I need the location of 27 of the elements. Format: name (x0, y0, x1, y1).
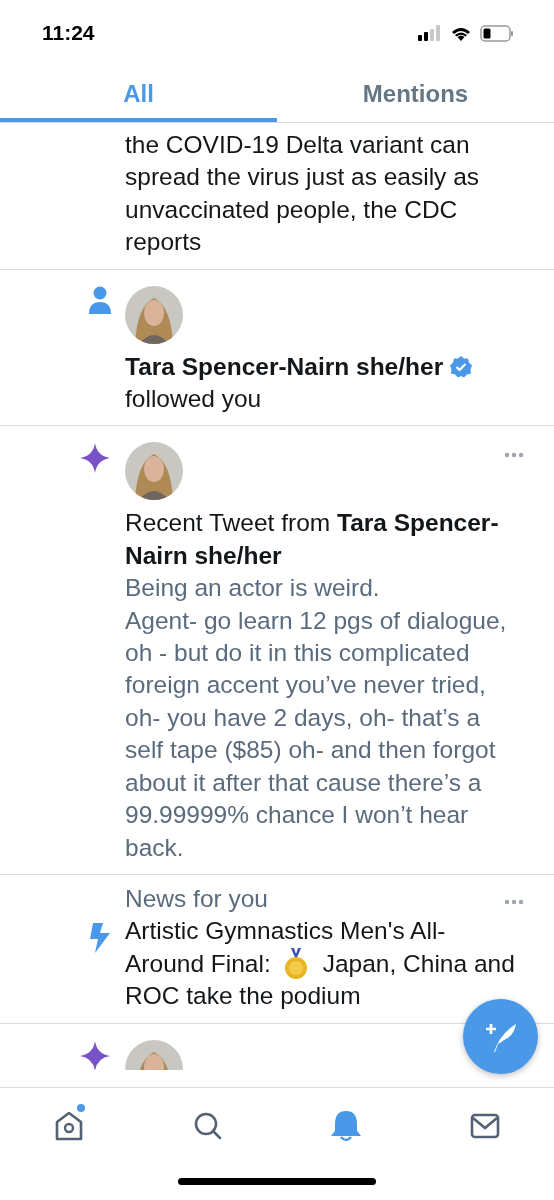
medal-icon (282, 947, 309, 980)
battery-icon (480, 24, 514, 42)
compose-button[interactable] (463, 999, 538, 1074)
wifi-icon (450, 25, 472, 41)
news-headline[interactable]: Japan, China and (322, 947, 515, 981)
tweet-text[interactable]: Being an actor is weird. Agent- go learn 12 pgs of dialogue, oh - but do it in this complicated foreign accent you’ve never tried, oh- you have 2 days, oh- that’s a self tape ($85) oh- and then forgot about it after that cause there’s a 99.99999% chance I won’t hear back. (125, 572, 520, 864)
search-icon (192, 1111, 223, 1141)
person-icon (89, 285, 111, 314)
more-icon[interactable] (504, 452, 524, 459)
notification-dot (77, 1104, 86, 1112)
news-headline[interactable]: Artistic Gymnastics Men's All- (125, 915, 446, 948)
verified-icon (449, 354, 474, 379)
news-headline[interactable]: the COVID-19 Delta variant can spread the virus just as easily as unvaccinated people, the CDC reports (125, 129, 520, 259)
status-time: 11:24 (42, 21, 95, 45)
news-label: News for you (125, 883, 268, 914)
news-headline[interactable]: Around Final: (125, 947, 271, 981)
user-name[interactable]: Tara Spencer-Nairn she/her (125, 350, 444, 384)
news-headline[interactable]: ROC take the podium (125, 980, 361, 1013)
lightning-icon (89, 922, 111, 953)
mail-icon (469, 1113, 500, 1139)
follow-text: followed you (125, 384, 262, 415)
more-icon[interactable] (504, 898, 524, 905)
home-icon (54, 1110, 85, 1142)
tab[interactable]: Mentions (277, 66, 554, 122)
recent-tweet-title: Recent Tweet from Tara Spencer-Nairn she/her (125, 508, 500, 571)
signal-icon (418, 25, 442, 41)
bell-icon (331, 1110, 362, 1142)
